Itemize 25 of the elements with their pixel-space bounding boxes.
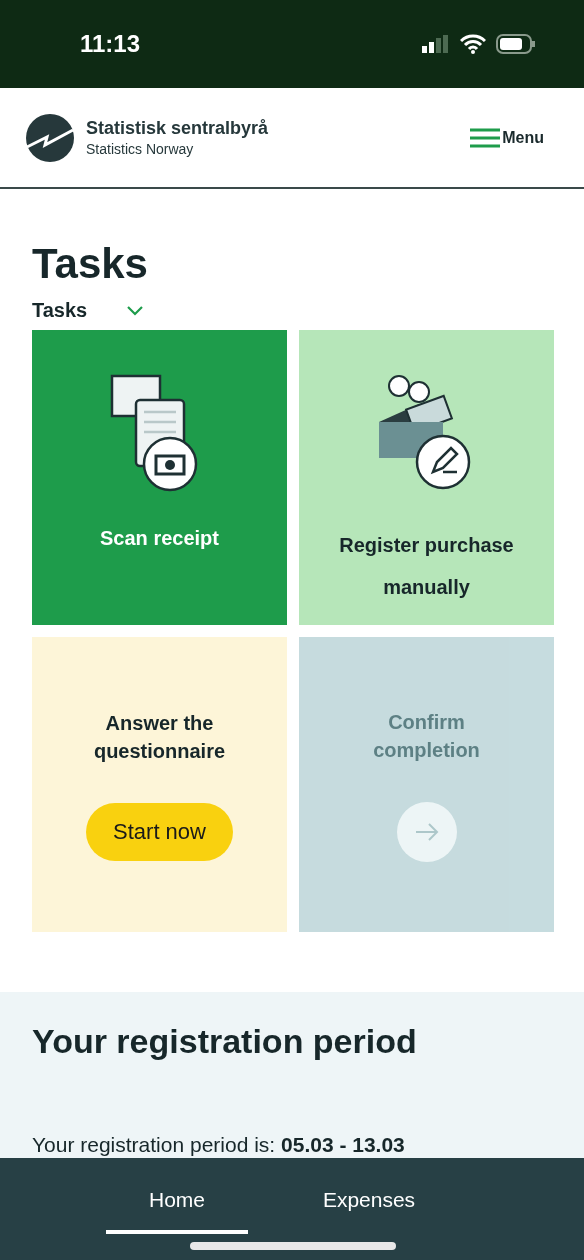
menu-button[interactable]: Menu <box>470 127 544 148</box>
start-now-button[interactable]: Start now <box>86 802 233 861</box>
section-title: Your registration period <box>32 1022 418 1061</box>
wifi-icon <box>460 34 486 54</box>
tasks-dropdown[interactable]: Tasks <box>32 299 144 322</box>
nav-tab[interactable]: Expenses <box>298 1158 440 1234</box>
registration-text: Your registration period is: 05.03 - 13.03 <box>32 1133 406 1157</box>
card-title: Register purchase manually <box>338 533 515 600</box>
page-title: Tasks <box>32 243 149 285</box>
task-card[interactable]: Register purchase manually <box>299 330 554 625</box>
status-time: 11:13 <box>80 30 141 58</box>
card-title: Answer the questionnaire <box>92 710 227 764</box>
task-card[interactable]: Scan receipt <box>32 330 287 625</box>
signal-icon <box>422 35 450 53</box>
nav-tab[interactable]: Home <box>106 1158 248 1234</box>
logo-icon <box>26 113 74 162</box>
card-title: Confirm completion <box>372 709 481 763</box>
arrow-right-icon <box>414 822 439 841</box>
chevron-icon <box>127 305 144 316</box>
org-subtitle: Statistics Norway <box>86 141 195 157</box>
battery-icon <box>496 34 536 54</box>
org-name: Statistisk sentralbyrå <box>86 118 269 139</box>
task-card[interactable]: Answer the questionnaire Start now <box>32 637 287 932</box>
menu-icon <box>470 127 501 148</box>
card-title: Scan receipt <box>100 526 219 551</box>
